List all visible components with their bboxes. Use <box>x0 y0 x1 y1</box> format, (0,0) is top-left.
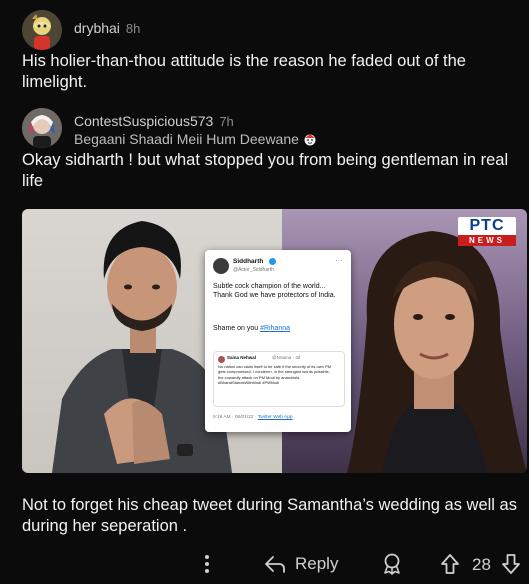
username[interactable]: drybhai <box>74 20 120 36</box>
reply-icon <box>265 556 285 573</box>
comment-header: drybhai 8h <box>74 20 140 38</box>
tweet-card: Siddharth @Actor_Siddharth ··· Subtle co… <box>205 250 351 432</box>
flair-text: Begaani Shaadi Meii Hum Deewane <box>74 131 299 147</box>
tweet-shame-text: Shame on you <box>213 325 259 332</box>
upvote-arrow-icon <box>441 554 459 574</box>
flair-emoji-icon <box>303 132 317 151</box>
logo-bottom-text: NEWS <box>458 235 516 246</box>
tweet-footer: 9:19 AM · 06/01/22 · Twitter Web App <box>213 415 293 420</box>
quoted-text: No nation can claim itself to be safe if… <box>218 364 331 386</box>
comment-body-continued: Not to forget his cheap tweet during Sam… <box>22 496 517 535</box>
ptc-news-logo: PTC NEWS <box>458 217 516 249</box>
username[interactable]: ContestSuspicious573 <box>74 113 213 129</box>
tweet-hashtag: #Rihanna <box>260 325 291 332</box>
quoted-avatar <box>218 356 225 363</box>
comment-header: ContestSuspicious573 7h <box>74 113 234 131</box>
upvote-button[interactable] <box>439 552 461 581</box>
verified-icon <box>269 258 276 265</box>
logo-top-text: PTC <box>458 217 516 235</box>
user-flair: Begaani Shaadi Meii Hum Deewane <box>74 131 317 151</box>
more-options-button[interactable] <box>200 553 214 575</box>
more-options-icon: ··· <box>335 256 343 265</box>
avatar-contestsuspicious573[interactable] <box>22 108 62 148</box>
comment-image[interactable]: PTC NEWS Siddharth @Actor_Siddharth ··· … <box>22 209 527 473</box>
tweet-avatar <box>213 258 229 274</box>
quoted-author-handle: @NSaina · 3d <box>272 355 301 360</box>
reply-button[interactable]: Reply <box>263 553 338 575</box>
comment-body: His holier-than-thou attitude is the rea… <box>22 52 466 91</box>
timestamp: 8h <box>125 21 141 36</box>
tweet-text: Subtle cock champion of the world... Tha… <box>213 283 336 299</box>
more-options-icon <box>205 555 209 573</box>
avatar-drybhai[interactable] <box>22 10 62 50</box>
tweet-shame-line: Shame on you #Rihanna <box>213 324 343 333</box>
reply-label: Reply <box>295 554 339 573</box>
timestamp: 7h <box>219 114 234 129</box>
tweet-author-name: Siddharth <box>233 258 264 265</box>
quoted-author-name: Saina Nehwal <box>227 355 257 360</box>
tweet-author-handle: @Actor_Siddharth <box>233 267 274 273</box>
award-button[interactable] <box>380 552 404 581</box>
tweet-footer-link: Twitter Web App <box>257 415 293 420</box>
award-icon <box>384 553 400 575</box>
downvote-button[interactable] <box>500 552 522 581</box>
comment-body: Okay sidharth ! but what stopped you fro… <box>22 151 509 190</box>
woman-photo-icon <box>347 231 527 473</box>
quoted-tweet: Saina Nehwal @NSaina · 3d No nation can … <box>213 351 345 407</box>
downvote-arrow-icon <box>502 554 520 574</box>
tweet-footer-time: 9:19 AM · 06/01/22 · <box>213 415 257 420</box>
vote-count: 28 <box>472 555 491 574</box>
